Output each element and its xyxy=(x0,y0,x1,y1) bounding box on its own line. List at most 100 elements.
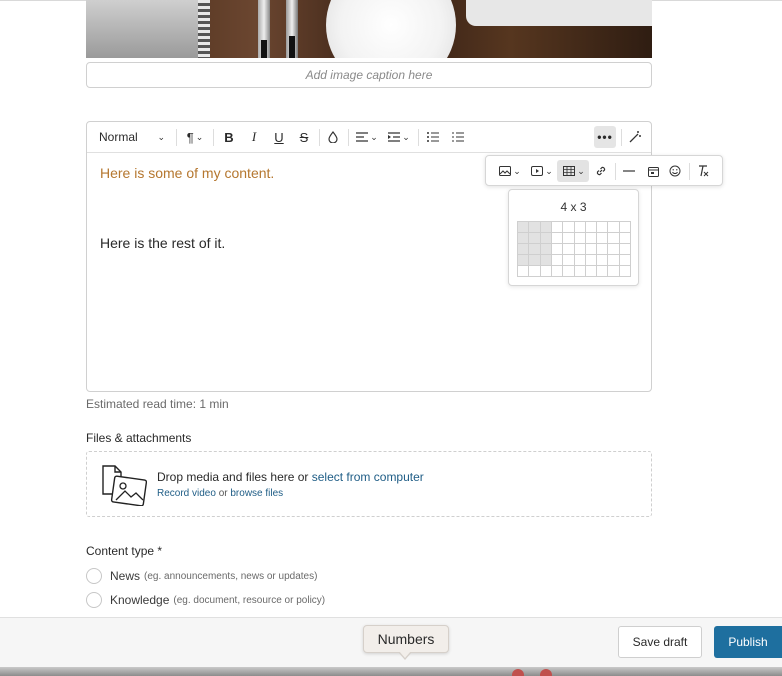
table-grid-cell[interactable] xyxy=(574,266,586,277)
option-label: News xyxy=(110,569,141,583)
table-grid-cell[interactable] xyxy=(597,222,609,233)
media-files-icon xyxy=(102,465,147,506)
table-grid-cell[interactable] xyxy=(551,222,564,233)
insert-date-button[interactable] xyxy=(644,159,662,183)
table-grid-cell[interactable] xyxy=(563,266,575,277)
insert-link-button[interactable] xyxy=(592,159,610,183)
indent-button[interactable]: ⌄ xyxy=(386,125,412,149)
table-size-label: 4 x 3 xyxy=(560,200,587,214)
table-grid-cell[interactable] xyxy=(597,233,609,244)
table-grid-cell[interactable] xyxy=(518,266,530,277)
content-type-option-news[interactable]: News (eg. announcements, news or updates… xyxy=(86,567,317,585)
table-grid-cell[interactable] xyxy=(518,244,530,255)
table-grid-cell[interactable] xyxy=(585,255,598,266)
file-dropzone[interactable]: Drop media and files here or select from… xyxy=(86,451,652,517)
table-grid-cell[interactable] xyxy=(540,255,552,266)
table-grid-cell[interactable] xyxy=(585,222,598,233)
table-grid-cell[interactable] xyxy=(574,244,586,255)
table-grid-cell[interactable] xyxy=(619,255,631,266)
table-grid-cell[interactable] xyxy=(585,233,598,244)
insert-emoji-button[interactable] xyxy=(666,159,684,183)
text-style-label: Normal xyxy=(99,130,138,144)
strikethrough-icon: S xyxy=(299,129,309,145)
table-grid-cell[interactable] xyxy=(619,266,631,277)
table-grid-cell[interactable] xyxy=(585,244,598,255)
toolbar-divider xyxy=(319,129,320,146)
radio-button[interactable] xyxy=(86,592,102,608)
insert-video-button[interactable]: ⌄ xyxy=(530,159,554,183)
italic-button[interactable]: I xyxy=(245,125,263,149)
table-grid-cell[interactable] xyxy=(529,244,541,255)
option-hint: (eg. document, resource or policy) xyxy=(173,594,326,606)
table-grid-cell[interactable] xyxy=(574,222,586,233)
table-grid-cell[interactable] xyxy=(574,255,586,266)
table-grid-cell[interactable] xyxy=(540,233,552,244)
insert-table-button[interactable]: ⌄ xyxy=(561,159,587,183)
table-grid-cell[interactable] xyxy=(529,266,541,277)
table-grid-cell[interactable] xyxy=(551,233,564,244)
publish-button[interactable]: Publish xyxy=(714,626,782,658)
underline-icon: U xyxy=(274,129,284,145)
table-grid-cell[interactable] xyxy=(563,222,575,233)
table-grid-cell[interactable] xyxy=(518,222,530,233)
table-grid-cell[interactable] xyxy=(563,244,575,255)
files-section-title: Files & attachments xyxy=(86,431,192,445)
table-grid-cell[interactable] xyxy=(574,233,586,244)
chevron-down-icon: ⌄ xyxy=(402,131,410,142)
table-grid-cell[interactable] xyxy=(563,233,575,244)
tooltip: Numbers xyxy=(363,625,449,653)
numbered-list-button[interactable] xyxy=(449,125,467,149)
paragraph-button[interactable]: ¶ ⌄ xyxy=(182,125,208,149)
table-grid-cell[interactable] xyxy=(597,266,609,277)
horizontal-rule-icon xyxy=(623,170,635,172)
underline-button[interactable]: U xyxy=(270,125,288,149)
table-grid-cell[interactable] xyxy=(540,222,552,233)
radio-button[interactable] xyxy=(86,568,102,584)
table-grid-cell[interactable] xyxy=(529,255,541,266)
table-grid-cell[interactable] xyxy=(608,255,620,266)
browse-files-link[interactable]: browse files xyxy=(230,488,283,499)
insert-image-button[interactable]: ⌄ xyxy=(498,159,522,183)
table-grid-cell[interactable] xyxy=(551,266,564,277)
table-grid-cell[interactable] xyxy=(608,244,620,255)
chevron-down-icon: ⌄ xyxy=(513,165,521,176)
table-grid-cell[interactable] xyxy=(608,233,620,244)
save-draft-button[interactable]: Save draft xyxy=(618,626,702,658)
italic-icon: I xyxy=(251,129,257,144)
table-size-grid[interactable] xyxy=(517,221,631,277)
table-grid-cell[interactable] xyxy=(540,244,552,255)
table-grid-cell[interactable] xyxy=(619,222,631,233)
table-grid-cell[interactable] xyxy=(597,244,609,255)
table-grid-cell[interactable] xyxy=(551,255,564,266)
table-grid-cell[interactable] xyxy=(518,233,530,244)
clear-formatting-button[interactable] xyxy=(694,159,712,183)
ai-assist-button[interactable] xyxy=(625,125,645,149)
table-grid-cell[interactable] xyxy=(585,266,598,277)
record-video-link[interactable]: Record video xyxy=(157,488,216,499)
content-type-option-knowledge[interactable]: Knowledge (eg. document, resource or pol… xyxy=(86,591,325,609)
table-grid-cell[interactable] xyxy=(551,244,564,255)
image-caption-input[interactable]: Add image caption here xyxy=(86,62,652,88)
table-grid-cell[interactable] xyxy=(597,255,609,266)
select-from-computer-link[interactable]: select from computer xyxy=(312,470,424,484)
text-color-button[interactable] xyxy=(324,125,342,149)
table-grid-cell[interactable] xyxy=(608,266,620,277)
toolbar-divider xyxy=(213,129,214,146)
indent-icon xyxy=(388,132,401,142)
insert-horizontal-rule-button[interactable] xyxy=(620,159,638,183)
table-grid-cell[interactable] xyxy=(563,255,575,266)
bullet-list-button[interactable] xyxy=(424,125,442,149)
more-options-button[interactable]: ••• xyxy=(594,126,616,148)
table-grid-cell[interactable] xyxy=(529,222,541,233)
table-grid-cell[interactable] xyxy=(619,233,631,244)
table-grid-cell[interactable] xyxy=(619,244,631,255)
align-button[interactable]: ⌄ xyxy=(354,125,380,149)
or-text: or xyxy=(215,488,231,499)
strikethrough-button[interactable]: S xyxy=(295,125,313,149)
table-grid-cell[interactable] xyxy=(540,266,552,277)
table-grid-cell[interactable] xyxy=(529,233,541,244)
text-style-dropdown[interactable]: Normal ⌄ xyxy=(95,125,169,149)
table-grid-cell[interactable] xyxy=(608,222,620,233)
bold-button[interactable]: B xyxy=(220,125,238,149)
table-grid-cell[interactable] xyxy=(518,255,530,266)
